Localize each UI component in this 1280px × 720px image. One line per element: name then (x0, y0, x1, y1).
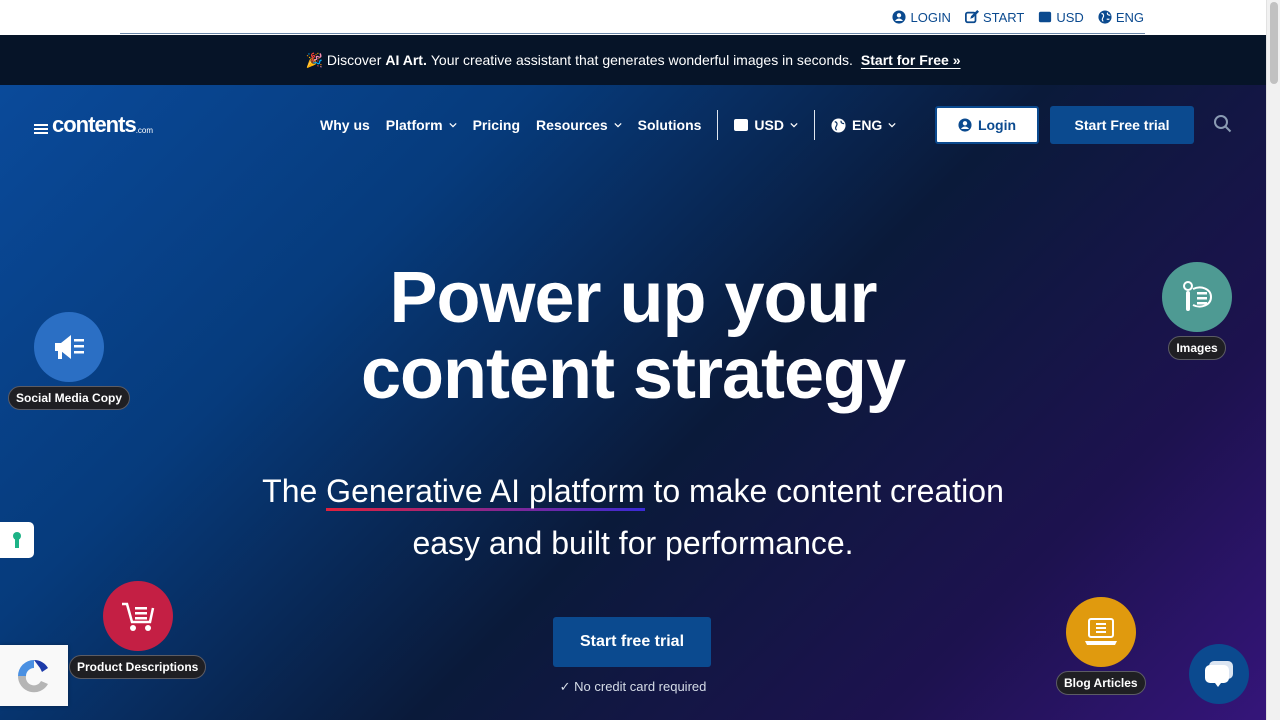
nav-divider (717, 110, 719, 140)
hero-subtitle: The Generative AI platform to make conte… (0, 465, 1266, 569)
language-selector[interactable]: ENG (831, 117, 896, 133)
nav-label: Resources (536, 117, 608, 133)
feature-label: Social Media Copy (8, 386, 131, 410)
subtitle-highlight: Generative AI platform (326, 473, 645, 511)
chevron-down-icon (790, 122, 798, 128)
hero-title-line2: content strategy (360, 334, 906, 414)
globe-icon (831, 117, 846, 133)
feature-images[interactable]: Images (1162, 262, 1232, 360)
edit-icon (964, 10, 979, 24)
user-circle-icon (892, 10, 907, 24)
language-label: ENG (851, 117, 883, 133)
party-icon: 🎉 (305, 51, 323, 68)
chevron-down-icon (448, 122, 457, 128)
chevron-down-icon (888, 122, 896, 128)
feature-label: Product Descriptions (69, 655, 207, 679)
currency-label: USD (754, 117, 784, 133)
shopping-cart-icon (121, 602, 154, 631)
top-currency-link[interactable]: USD (1038, 9, 1084, 25)
nav-why-us[interactable]: Why us (320, 117, 370, 133)
hero-title-line1: Power up your (389, 258, 877, 338)
top-login-label: LOGIN (910, 9, 951, 25)
feature-circle (1162, 262, 1232, 332)
laptop-icon (1084, 618, 1117, 645)
nav-divider (813, 110, 815, 140)
top-start-link[interactable]: START (964, 9, 1025, 25)
feature-product-descriptions[interactable]: Product Descriptions (69, 581, 207, 679)
logo-suffix: .com (135, 126, 154, 135)
subtitle-post: to make content creation (653, 473, 1004, 509)
recaptcha-icon (17, 659, 48, 692)
announcement-bar: 🎉 Discover AI Art. Your creative assista… (0, 35, 1266, 85)
nav-pricing[interactable]: Pricing (473, 117, 520, 133)
hero-start-free-trial-button[interactable]: Start free trial (553, 617, 711, 667)
hero-title: Power up your content strategy (0, 260, 1266, 412)
main-nav: Why us Platform Pricing Resources Soluti… (320, 105, 912, 145)
top-currency-label: USD (1056, 9, 1084, 25)
feature-label: Blog Articles (1056, 671, 1146, 695)
chat-icon (1205, 661, 1233, 687)
globe-icon (1098, 10, 1112, 24)
announcement-text: Your creative assistant that generates w… (430, 52, 853, 68)
scrollbar-thumb[interactable] (1270, 2, 1278, 84)
feature-circle (34, 312, 105, 382)
top-language-label: ENG (1115, 9, 1144, 25)
feature-blog-articles[interactable]: Blog Articles (1056, 597, 1146, 695)
top-utility-bar: LOGIN START USD ENG (0, 0, 1266, 34)
top-login-link[interactable]: LOGIN (892, 9, 951, 25)
paint-brush-icon (1183, 281, 1213, 311)
logo[interactable]: contents .com (34, 112, 153, 138)
divider (120, 33, 1145, 34)
nav-resources[interactable]: Resources (536, 117, 622, 133)
subtitle-line2: easy and built for performance. (412, 525, 854, 561)
chat-widget-button[interactable] (1189, 644, 1249, 704)
top-language-link[interactable]: ENG (1098, 10, 1144, 25)
nav-label: Pricing (472, 117, 521, 133)
hero-section: contents .com Why us Platform Pricing Re… (0, 85, 1266, 720)
feature-circle (1065, 597, 1136, 667)
nav-label: Solutions (637, 117, 702, 133)
nav-solutions[interactable]: Solutions (638, 117, 702, 133)
logo-list-icon (34, 124, 48, 134)
feature-social-media-copy[interactable]: Social Media Copy (8, 312, 131, 410)
login-label: Login (977, 117, 1017, 133)
user-circle-icon (958, 118, 972, 132)
nav-label: Why us (320, 117, 370, 133)
feature-circle (102, 581, 173, 651)
announcement-highlight: AI Art. (385, 52, 427, 68)
login-button[interactable]: Login (935, 106, 1039, 144)
wallet-icon (1039, 11, 1052, 23)
announcement-prefix: Discover (326, 52, 382, 68)
keyhole-icon (13, 532, 21, 548)
start-for-free-link[interactable]: Start for Free » (861, 52, 961, 68)
search-icon[interactable] (1213, 114, 1233, 134)
chevron-down-icon (614, 122, 622, 128)
accessibility-widget[interactable] (0, 522, 34, 558)
top-start-label: START (982, 9, 1025, 25)
nav-label: Platform (385, 117, 443, 133)
recaptcha-badge[interactable] (0, 645, 68, 706)
megaphone-icon (55, 335, 85, 359)
wallet-icon (734, 119, 749, 131)
feature-label: Images (1168, 336, 1226, 360)
subtitle-pre: The (262, 473, 318, 509)
page-scrollbar[interactable] (1266, 0, 1280, 720)
start-free-trial-button[interactable]: Start Free trial (1050, 106, 1194, 144)
currency-selector[interactable]: USD (734, 117, 798, 133)
nav-platform[interactable]: Platform (386, 117, 457, 133)
logo-word: contents (52, 112, 137, 137)
